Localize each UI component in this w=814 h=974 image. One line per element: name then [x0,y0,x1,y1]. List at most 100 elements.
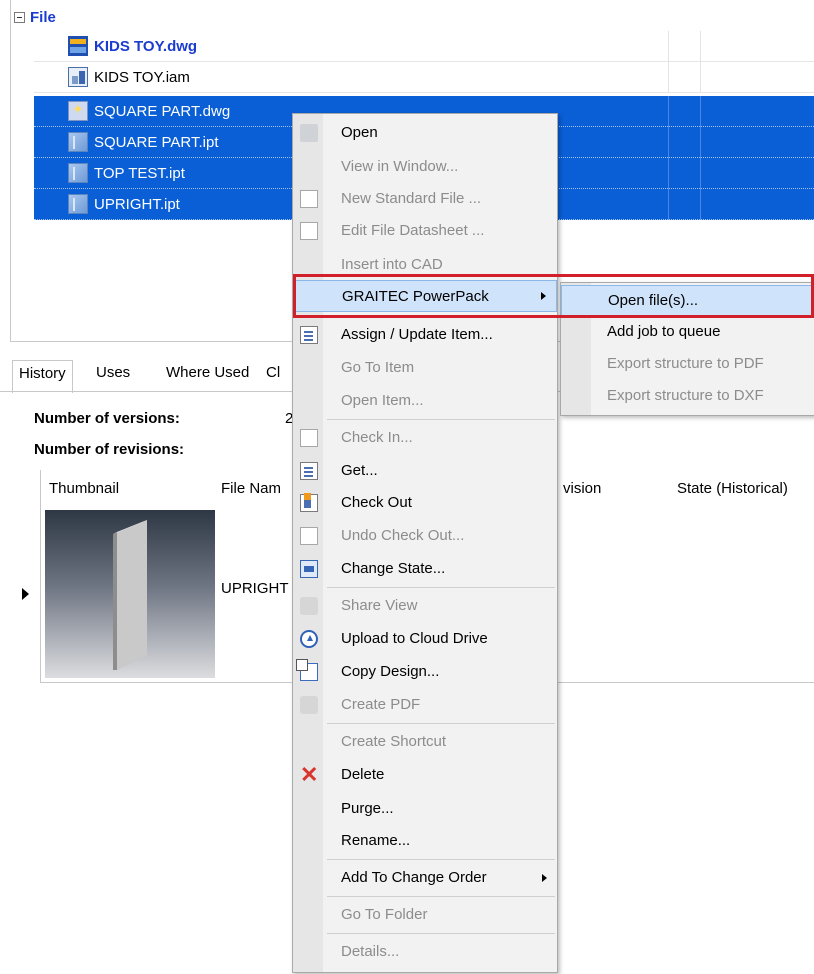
file-name: TOP TEST.ipt [94,164,185,182]
open-folder-icon [300,123,318,142]
context-menu: Open View in Window... New Standard File… [292,113,558,973]
dwg-file-icon [68,36,88,56]
submenu-item-export-dxf[interactable]: Export structure to DXF [561,381,814,413]
undo-check-out-icon [300,526,318,545]
menu-label: Upload to Cloud Drive [341,630,488,647]
menu-separator [327,419,555,420]
menu-label: Open [341,124,378,141]
menu-item-add-to-change-order[interactable]: Add To Change Order [293,861,557,894]
col-state[interactable]: State (Historical) [677,480,788,497]
cloud-upload-icon [300,629,318,648]
submenu-label: Export structure to DXF [607,387,764,404]
menu-item-check-in[interactable]: Check In... [293,421,557,454]
menu-label: Purge... [341,800,394,817]
tab-uses[interactable]: Uses [90,360,136,392]
menu-label: New Standard File ... [341,190,482,207]
menu-item-go-to-item[interactable]: Go To Item [293,351,557,384]
get-icon [300,461,318,480]
tree-border [10,0,11,342]
menu-label: Undo Check Out... [341,527,465,544]
menu-label: Create Shortcut [341,733,447,750]
menu-label: Edit File Datasheet ... [341,222,485,239]
menu-label: Go To Item [341,359,415,376]
menu-item-purge[interactable]: Purge... [293,792,557,825]
tree-row-kids-toy-dwg[interactable]: KIDS TOY.dwg [34,31,814,62]
file-name: KIDS TOY.iam [94,68,190,86]
menu-separator [327,933,555,934]
menu-separator [327,896,555,897]
menu-item-view-in-window[interactable]: View in Window... [293,150,557,183]
col-thumbnail[interactable]: Thumbnail [49,480,119,497]
new-file-icon [300,189,318,208]
menu-item-create-shortcut[interactable]: Create Shortcut [293,725,557,758]
file-name: SQUARE PART.ipt [94,133,219,151]
revisions-label: Number of revisions: [34,441,185,458]
part-file-icon [68,132,88,152]
menu-item-get[interactable]: Get... [293,454,557,487]
menu-label: Add To Change Order [341,869,487,886]
drawing-file-icon [68,101,88,121]
assembly-file-icon [68,67,88,87]
tab-where-used[interactable]: Where Used [160,360,255,392]
menu-item-upload-cloud[interactable]: Upload to Cloud Drive [293,622,557,655]
menu-label: Go To Folder [341,906,428,923]
menu-label: Rename... [341,832,411,849]
submenu-label: Export structure to PDF [607,355,764,372]
menu-item-undo-check-out[interactable]: Undo Check Out... [293,519,557,552]
submenu-label: Add job to queue [607,323,721,340]
check-out-icon [300,492,318,512]
part-file-icon [68,194,88,214]
menu-item-check-out[interactable]: Check Out [293,486,557,519]
menu-label: Get... [341,462,378,479]
menu-item-go-to-folder[interactable]: Go To Folder [293,898,557,931]
col-revision[interactable]: vision [563,480,601,497]
file-group-header[interactable]: File [14,6,56,28]
file-name: UPRIGHT.ipt [94,195,180,213]
menu-label: Share View [341,597,418,614]
annotation-highlight-frame [293,274,814,318]
row-indicator-icon [22,588,29,600]
menu-separator [327,587,555,588]
file-group-label: File [30,8,56,26]
check-in-icon [300,428,318,447]
menu-item-details[interactable]: Details... [293,935,557,968]
menu-label: View in Window... [341,158,459,175]
menu-label: Assign / Update Item... [341,326,493,343]
menu-item-copy-design[interactable]: Copy Design... [293,655,557,688]
menu-item-delete[interactable]: ✕ Delete [293,758,557,791]
menu-item-new-standard-file[interactable]: New Standard File ... [293,182,557,215]
menu-label: Create PDF [341,696,421,713]
col-file-name[interactable]: File Nam [221,480,281,497]
menu-item-assign-update-item[interactable]: Assign / Update Item... [293,318,557,351]
menu-item-open[interactable]: Open [293,116,557,149]
menu-label: Details... [341,943,400,960]
menu-item-change-state[interactable]: Change State... [293,552,557,585]
submenu-item-export-pdf[interactable]: Export structure to PDF [561,349,814,381]
part-preview-icon [113,520,147,670]
versions-label: Number of versions: [34,410,180,427]
tree-row-kids-toy-iam[interactable]: KIDS TOY.iam [34,62,814,93]
collapse-icon[interactable] [14,11,25,23]
submenu-item-add-job[interactable]: Add job to queue [561,317,814,349]
tab-partial[interactable]: Cl [260,360,286,392]
datasheet-icon [300,221,318,240]
pdf-icon [300,695,318,714]
menu-label: Check In... [341,429,413,446]
menu-item-open-item[interactable]: Open Item... [293,384,557,417]
menu-item-edit-datasheet[interactable]: Edit File Datasheet ... [293,214,557,247]
menu-separator [327,859,555,860]
menu-item-rename[interactable]: Rename... [293,824,557,857]
menu-separator [327,723,555,724]
assign-item-icon [300,325,318,344]
menu-label: Delete [341,766,385,783]
menu-item-share-view[interactable]: Share View [293,589,557,622]
tab-history[interactable]: History [12,360,73,393]
menu-label: Copy Design... [341,663,440,680]
file-name: SQUARE PART.dwg [94,102,231,120]
menu-label: Check Out [341,494,412,511]
menu-label: Change State... [341,560,446,577]
menu-item-create-pdf[interactable]: Create PDF [293,688,557,721]
menu-label: Insert into CAD [341,256,443,273]
menu-label: Open Item... [341,392,424,409]
submenu-arrow-icon [542,873,547,882]
